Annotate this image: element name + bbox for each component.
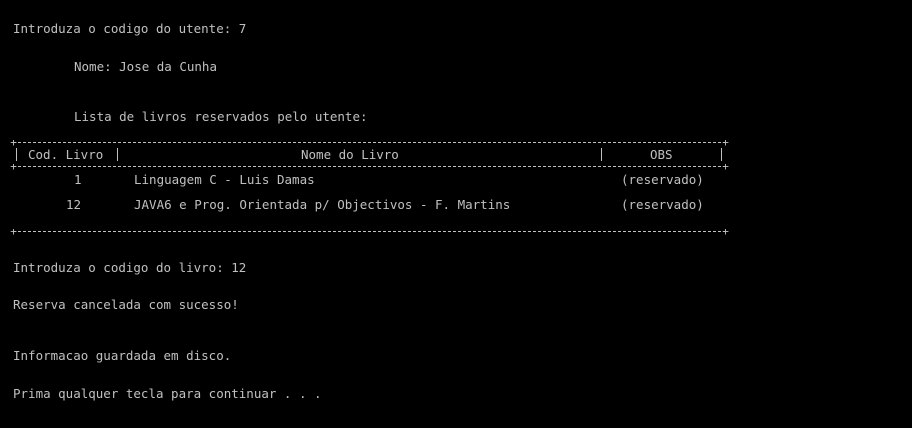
table-divider [601, 148, 602, 161]
header-cod-livro: Cod. Livro [28, 147, 104, 162]
table-corner: + [10, 160, 17, 173]
header-nome-livro: Nome do Livro [301, 147, 399, 162]
row-cod: 12 [66, 197, 82, 212]
disco-message: Informacao guardada em disco. [13, 348, 232, 363]
table-corner: + [722, 136, 729, 149]
header-obs: OBS [650, 147, 673, 162]
lista-title: Lista de livros reservados pelo utente: [74, 109, 368, 124]
table-bottom-border [13, 231, 726, 232]
continuar-message: Prima qualquer tecla para continuar . . … [13, 386, 322, 401]
row-cod: 1 [74, 172, 82, 187]
table-corner: + [722, 160, 729, 173]
table-corner: + [722, 225, 729, 238]
table-top-border [13, 142, 726, 143]
prompt-utente: Introduza o codigo do utente: 7 [13, 21, 247, 36]
table-corner: + [10, 136, 17, 149]
nome-utente: Nome: Jose da Cunha [74, 59, 217, 74]
row-obs: (reservado) [621, 172, 704, 187]
row-nome: JAVA6 e Prog. Orientada p/ Objectivos - … [134, 197, 511, 212]
table-corner: + [10, 225, 17, 238]
table-divider [117, 148, 118, 161]
reserva-message: Reserva cancelada com sucesso! [13, 297, 239, 312]
row-nome: Linguagem C - Luis Damas [134, 172, 315, 187]
row-obs: (reservado) [621, 197, 704, 212]
table-header-border [13, 166, 726, 167]
console-window[interactable]: Introduza o codigo do utente: 7 Nome: Jo… [0, 0, 912, 428]
prompt-livro: Introduza o codigo do livro: 12 [13, 260, 247, 275]
